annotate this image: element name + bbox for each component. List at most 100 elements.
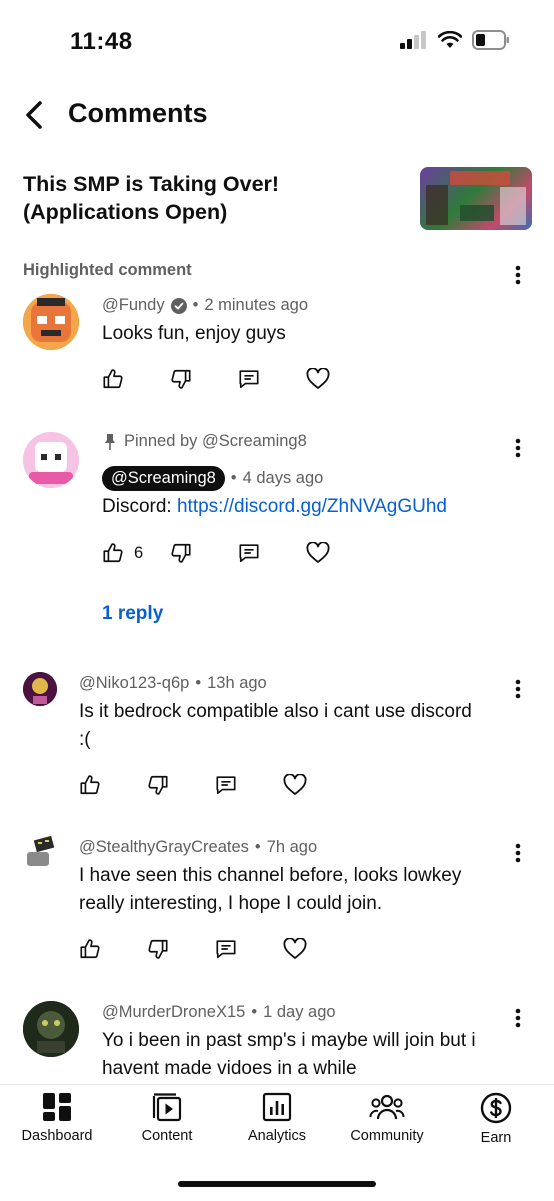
status-icons bbox=[400, 30, 510, 50]
status-time: 11:48 bbox=[70, 28, 133, 55]
cellular-signal-icon bbox=[400, 31, 426, 49]
content-icon bbox=[152, 1093, 182, 1122]
dashboard-icon bbox=[43, 1093, 71, 1121]
battery-icon bbox=[472, 30, 509, 50]
thumbs-down-icon bbox=[171, 543, 191, 563]
reply-button[interactable] bbox=[238, 368, 306, 390]
comment-meta: @Screaming8 • 4 days ago bbox=[102, 466, 323, 491]
video-title: This SMP is Taking Over! (Applications O… bbox=[23, 172, 280, 224]
thumbs-down-icon bbox=[171, 369, 191, 389]
reply-button[interactable] bbox=[238, 542, 306, 564]
pinned-label-row: Pinned by @Screaming8 bbox=[102, 432, 307, 451]
comment-actions bbox=[102, 368, 374, 390]
heart-icon bbox=[283, 938, 307, 959]
heart-button[interactable] bbox=[283, 938, 351, 960]
heart-icon bbox=[306, 542, 330, 563]
reply-button[interactable] bbox=[215, 774, 283, 796]
reply-button[interactable] bbox=[215, 938, 283, 960]
comment-text: Looks fun, enjoy guys bbox=[102, 323, 286, 344]
comment-author[interactable]: @StealthyGrayCreates bbox=[79, 838, 249, 857]
dislike-button[interactable] bbox=[147, 774, 215, 796]
comment-author[interactable]: @Niko123-q6p bbox=[79, 674, 189, 693]
nav-label: Dashboard bbox=[21, 1128, 93, 1144]
page-title: Comments bbox=[68, 98, 208, 128]
comment-meta: @StealthyGrayCreates • 7h ago bbox=[79, 838, 317, 857]
nav-content[interactable]: Content bbox=[112, 1092, 222, 1144]
heart-button[interactable] bbox=[306, 542, 374, 564]
nav-label: Analytics bbox=[247, 1128, 307, 1144]
reply-icon bbox=[216, 776, 236, 795]
avatar[interactable] bbox=[23, 294, 79, 350]
dislike-button[interactable] bbox=[170, 542, 238, 564]
like-count: 6 bbox=[134, 543, 144, 562]
reply-icon bbox=[216, 940, 236, 959]
comment-meta: @Fundy • 2 minutes ago bbox=[102, 296, 308, 315]
more-options-button[interactable] bbox=[503, 433, 533, 463]
comment-time: 13h ago bbox=[207, 674, 267, 692]
nav-analytics[interactable]: Analytics bbox=[222, 1092, 332, 1144]
more-options-button[interactable] bbox=[503, 1003, 533, 1033]
thumbs-up-icon bbox=[80, 775, 100, 795]
kebab-menu-icon bbox=[515, 679, 521, 699]
thumbs-up-icon bbox=[80, 939, 100, 959]
comment-time: 7h ago bbox=[266, 838, 318, 856]
like-button[interactable]: 6 bbox=[102, 542, 170, 564]
heart-button[interactable] bbox=[306, 368, 374, 390]
thumbs-down-icon bbox=[148, 775, 168, 795]
nav-label: Content bbox=[141, 1128, 193, 1144]
comment-text: Discord: https://discord.gg/ZhNVAgGUhd bbox=[102, 493, 502, 521]
comment-meta: @Niko123-q6p • 13h ago bbox=[79, 674, 267, 693]
highlighted-comment-label: Highlighted comment bbox=[23, 261, 192, 279]
heart-icon bbox=[306, 368, 330, 389]
avatar[interactable] bbox=[23, 1001, 79, 1057]
heart-button[interactable] bbox=[283, 774, 351, 796]
meta-separator: • bbox=[195, 674, 202, 692]
discord-link[interactable]: https://discord.gg/ZhNVAgGUhd bbox=[177, 496, 447, 517]
nav-label: Earn bbox=[480, 1130, 512, 1146]
view-replies-link[interactable]: 1 reply bbox=[102, 603, 163, 625]
dislike-button[interactable] bbox=[147, 938, 215, 960]
avatar[interactable] bbox=[23, 672, 57, 706]
more-options-button[interactable] bbox=[503, 674, 533, 704]
dislike-button[interactable] bbox=[170, 368, 238, 390]
earn-icon bbox=[480, 1092, 512, 1124]
avatar[interactable] bbox=[23, 836, 57, 870]
nav-dashboard[interactable]: Dashboard bbox=[2, 1092, 112, 1144]
reply-icon bbox=[239, 370, 259, 389]
meta-separator: • bbox=[251, 1003, 258, 1021]
like-button[interactable] bbox=[79, 938, 147, 960]
pinned-label: Pinned by @Screaming8 bbox=[124, 432, 307, 450]
comment-time: 1 day ago bbox=[263, 1003, 336, 1021]
comment-text: I have seen this channel before, looks l… bbox=[79, 865, 462, 914]
analytics-icon bbox=[262, 1092, 292, 1122]
nav-community[interactable]: Community bbox=[332, 1092, 442, 1144]
comment-actions: 6 bbox=[102, 542, 374, 564]
meta-separator: • bbox=[254, 838, 261, 856]
comment-author[interactable]: @Fundy bbox=[102, 296, 165, 315]
wifi-icon bbox=[438, 31, 462, 48]
video-thumbnail[interactable] bbox=[420, 167, 532, 230]
more-options-button[interactable] bbox=[503, 260, 533, 290]
verified-icon bbox=[170, 297, 187, 314]
community-icon bbox=[369, 1094, 405, 1120]
comment-time: 2 minutes ago bbox=[204, 296, 309, 314]
nav-earn[interactable]: Earn bbox=[441, 1092, 551, 1146]
meta-separator: • bbox=[192, 296, 199, 314]
comment-text-prefix: Discord: bbox=[102, 496, 177, 517]
comment-meta: @MurderDroneX15 • 1 day ago bbox=[102, 1003, 336, 1022]
comment-author[interactable]: @MurderDroneX15 bbox=[102, 1003, 245, 1022]
comment-actions bbox=[79, 774, 351, 796]
home-indicator bbox=[178, 1181, 376, 1187]
like-button[interactable] bbox=[102, 368, 170, 390]
back-button[interactable] bbox=[16, 96, 52, 134]
comment-text: Yo i been in past smp's i maybe will joi… bbox=[102, 1030, 476, 1079]
avatar[interactable] bbox=[23, 432, 79, 488]
creator-author-badge[interactable]: @Screaming8 bbox=[102, 466, 225, 491]
nav-label: Community bbox=[350, 1128, 424, 1144]
like-button[interactable] bbox=[79, 774, 147, 796]
thumbs-up-icon bbox=[103, 369, 123, 389]
more-options-button[interactable] bbox=[503, 838, 533, 868]
heart-icon bbox=[283, 774, 307, 795]
meta-separator: • bbox=[230, 469, 237, 487]
pin-icon bbox=[105, 433, 115, 450]
